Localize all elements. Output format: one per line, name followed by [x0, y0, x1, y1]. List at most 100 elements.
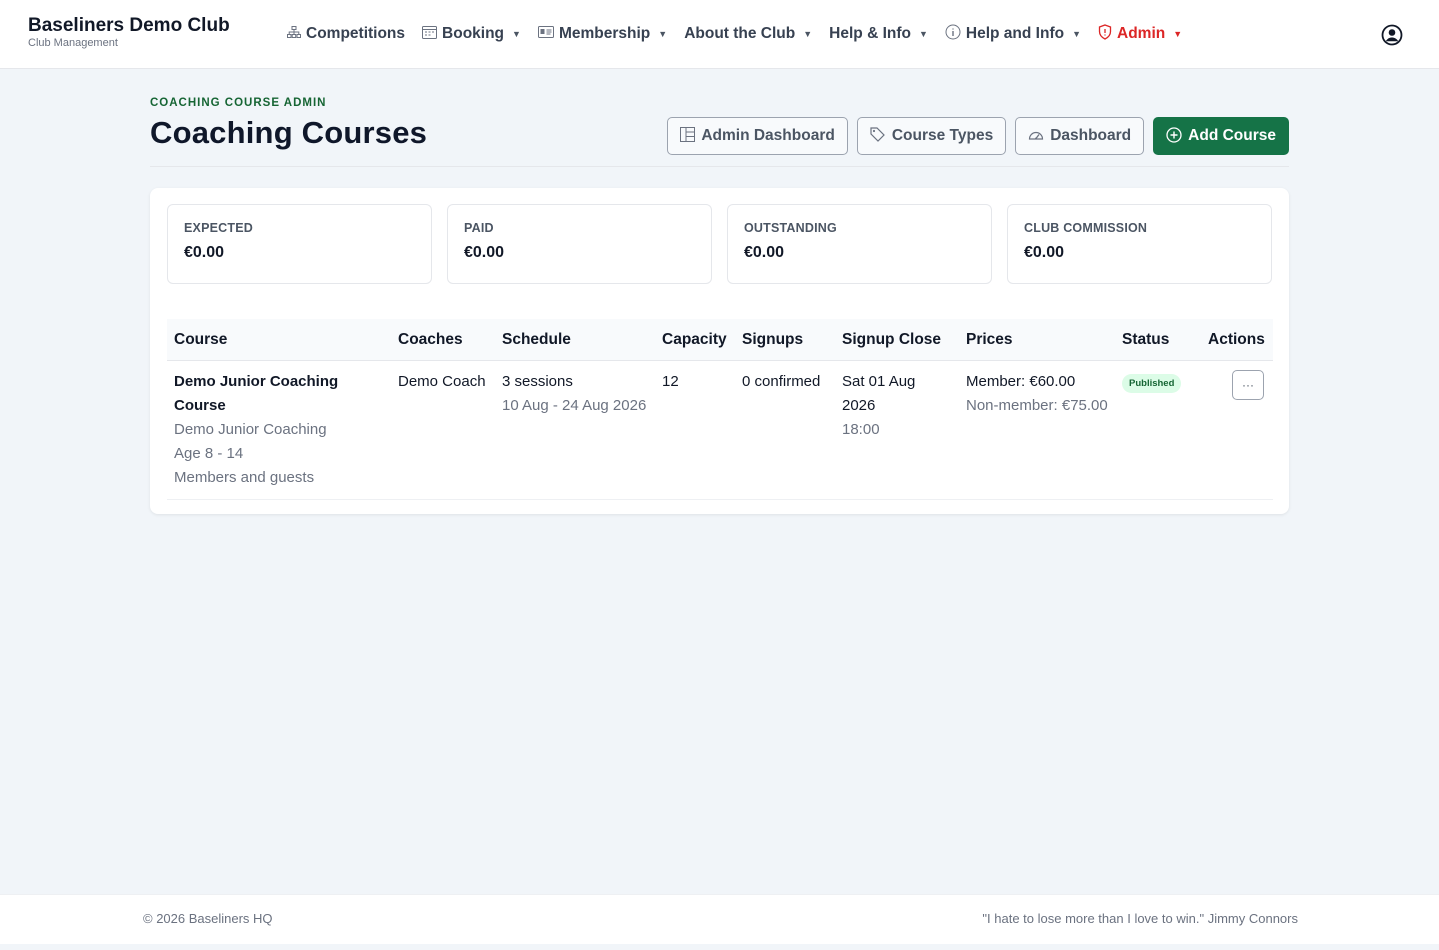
shield-icon: [1098, 24, 1112, 43]
nav-label-help-info: Help & Info: [829, 24, 911, 42]
nonmember-price: Non-member: €75.00: [966, 396, 1108, 414]
close-date: Sat 01 Aug 2026: [842, 372, 916, 414]
column-header-course[interactable]: Course: [167, 319, 391, 361]
table-header-row: Course Coaches Schedule Capacity Signups…: [167, 319, 1273, 361]
footer-quote: "I hate to lose more than I love to win.…: [982, 911, 1298, 926]
course-audience: Members and guests: [174, 468, 315, 486]
stats-row: EXPECTED €0.00 PAID €0.00 OUTSTANDING €0…: [167, 204, 1272, 284]
stat-label: OUTSTANDING: [744, 221, 837, 235]
plus-circle-icon: [1166, 126, 1182, 146]
footer-copyright: © 2026 Baseliners HQ: [143, 911, 273, 926]
courses-table: Course Coaches Schedule Capacity Signups…: [167, 319, 1273, 500]
footer: © 2026 Baseliners HQ "I hate to lose mor…: [0, 894, 1439, 944]
stat-value: €0.00: [1024, 244, 1065, 261]
column-header-status[interactable]: Status: [1115, 319, 1201, 361]
cell-coaches: Demo Coach: [391, 360, 495, 500]
course-types-label: Course Types: [891, 127, 994, 144]
add-course-button[interactable]: Add Course: [1153, 117, 1289, 155]
course-name[interactable]: Demo Junior Coaching Course: [174, 370, 384, 418]
info-circle-icon: [945, 24, 961, 43]
cell-signups: 0 confirmed: [735, 360, 835, 500]
nav-item-membership[interactable]: Membership ▼: [537, 24, 668, 43]
cell-signup-close: Sat 01 Aug 2026 18:00: [835, 360, 959, 500]
close-time: 18:00: [842, 420, 880, 438]
nav-item-admin[interactable]: Admin ▼: [1098, 24, 1182, 43]
capacity-value: 12: [662, 372, 679, 390]
course-types-button[interactable]: Course Types: [856, 117, 1007, 155]
stat-label: CLUB COMMISSION: [1024, 221, 1148, 235]
chevron-down-icon: ▼: [1173, 28, 1183, 39]
speedometer-icon: [1028, 128, 1044, 145]
nav-label-help-and-info: Help and Info: [965, 24, 1065, 42]
nav-menu: Competitions Booking ▼ Membership ▼ Abou…: [287, 24, 1182, 43]
nav-item-help-and-info[interactable]: Help and Info ▼: [945, 24, 1081, 43]
column-header-signups[interactable]: Signups: [735, 319, 835, 361]
member-price: Member: €60.00: [966, 372, 1076, 390]
row-actions-button[interactable]: ···: [1232, 369, 1264, 400]
column-header-actions: Actions: [1201, 319, 1273, 361]
course-age: Age 8 - 14: [174, 444, 244, 462]
calendar-icon: [422, 25, 438, 42]
course-type: Demo Junior Coaching: [174, 420, 327, 438]
nav-item-help-info[interactable]: Help & Info ▼: [829, 25, 928, 43]
nav-item-competitions[interactable]: Competitions: [287, 25, 405, 43]
table-row: Demo Junior Coaching Course Demo Junior …: [167, 360, 1273, 500]
cell-actions: ···: [1201, 360, 1273, 500]
layout-icon: [680, 127, 696, 145]
nav-label-membership: Membership: [558, 24, 651, 42]
header-divider: [150, 166, 1289, 167]
brand-subtitle: Club Management: [28, 37, 118, 49]
add-course-label: Add Course: [1188, 127, 1276, 144]
brand-name[interactable]: Baseliners Demo Club: [28, 15, 230, 37]
chevron-down-icon: ▼: [658, 28, 668, 39]
stat-paid: PAID €0.00: [447, 204, 712, 284]
dashboard-label: Dashboard: [1050, 127, 1132, 144]
page-title: Coaching Courses: [150, 115, 428, 150]
stat-label: EXPECTED: [184, 221, 253, 235]
cell-course: Demo Junior Coaching Course Demo Junior …: [167, 360, 391, 500]
stat-club-commission: CLUB COMMISSION €0.00: [1007, 204, 1272, 284]
admin-dashboard-button[interactable]: Admin Dashboard: [667, 117, 848, 155]
dashboard-button[interactable]: Dashboard: [1015, 117, 1145, 155]
status-badge: Published: [1122, 373, 1182, 393]
chevron-down-icon: ▼: [512, 28, 521, 39]
schedule-sessions: 3 sessions: [502, 372, 573, 390]
schedule-dates: 10 Aug - 24 Aug 2026: [502, 396, 647, 414]
column-header-coaches[interactable]: Coaches: [391, 319, 495, 361]
column-header-signup-close[interactable]: Signup Close: [835, 319, 959, 361]
nav-label-about: About the Club: [684, 24, 796, 42]
brand[interactable]: Baseliners Demo Club Club Management: [28, 15, 230, 49]
stat-value: €0.00: [184, 244, 225, 261]
nav-label-admin: Admin: [1117, 24, 1166, 42]
stat-value: €0.00: [464, 244, 505, 261]
user-circle-icon[interactable]: [1381, 24, 1403, 46]
tags-icon: [870, 127, 886, 145]
nav-item-booking[interactable]: Booking ▼: [422, 25, 521, 43]
stat-label: PAID: [464, 221, 494, 235]
nav-item-about[interactable]: About the Club ▼: [684, 25, 812, 43]
coaches-value: Demo Coach: [398, 372, 486, 390]
column-header-capacity[interactable]: Capacity: [655, 319, 735, 361]
nav-label-competitions: Competitions: [306, 24, 406, 42]
admin-dashboard-label: Admin Dashboard: [701, 127, 835, 144]
stat-value: €0.00: [744, 244, 785, 261]
cell-capacity: 12: [655, 360, 735, 500]
column-header-schedule[interactable]: Schedule: [495, 319, 655, 361]
id-card-icon: [537, 26, 554, 41]
nav-label-booking: Booking: [442, 24, 505, 42]
chevron-down-icon: ▼: [918, 28, 928, 39]
sitemap-icon: [287, 26, 301, 41]
stat-expected: EXPECTED €0.00: [167, 204, 432, 284]
cell-prices: Member: €60.00 Non-member: €75.00: [959, 360, 1115, 500]
stat-outstanding: OUTSTANDING €0.00: [727, 204, 992, 284]
chevron-down-icon: ▼: [803, 28, 813, 39]
column-header-prices[interactable]: Prices: [959, 319, 1115, 361]
courses-card: EXPECTED €0.00 PAID €0.00 OUTSTANDING €0…: [150, 188, 1289, 514]
header-actions: Admin Dashboard Course Types Dashboard A…: [667, 117, 1289, 155]
signups-value: 0 confirmed: [742, 372, 821, 390]
page-eyebrow: COACHING COURSE ADMIN: [150, 97, 327, 109]
cell-schedule: 3 sessions 10 Aug - 24 Aug 2026: [495, 360, 655, 500]
chevron-down-icon: ▼: [1072, 28, 1081, 39]
top-navbar: Baseliners Demo Club Club Management Com…: [0, 0, 1439, 69]
cell-status: Published: [1115, 360, 1201, 500]
